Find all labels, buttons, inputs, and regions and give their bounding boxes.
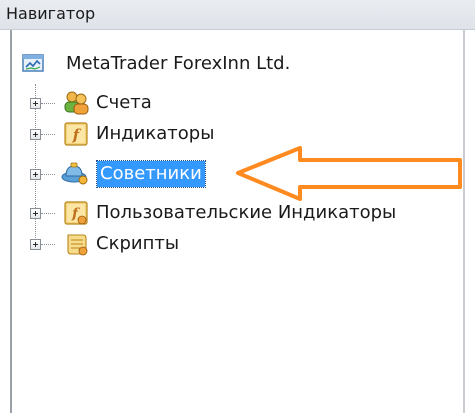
navigator-panel: Навигатор MetaTrader ForexInn Ltd. Счета…: [0, 0, 475, 413]
annotation-arrow-icon: [236, 146, 462, 201]
